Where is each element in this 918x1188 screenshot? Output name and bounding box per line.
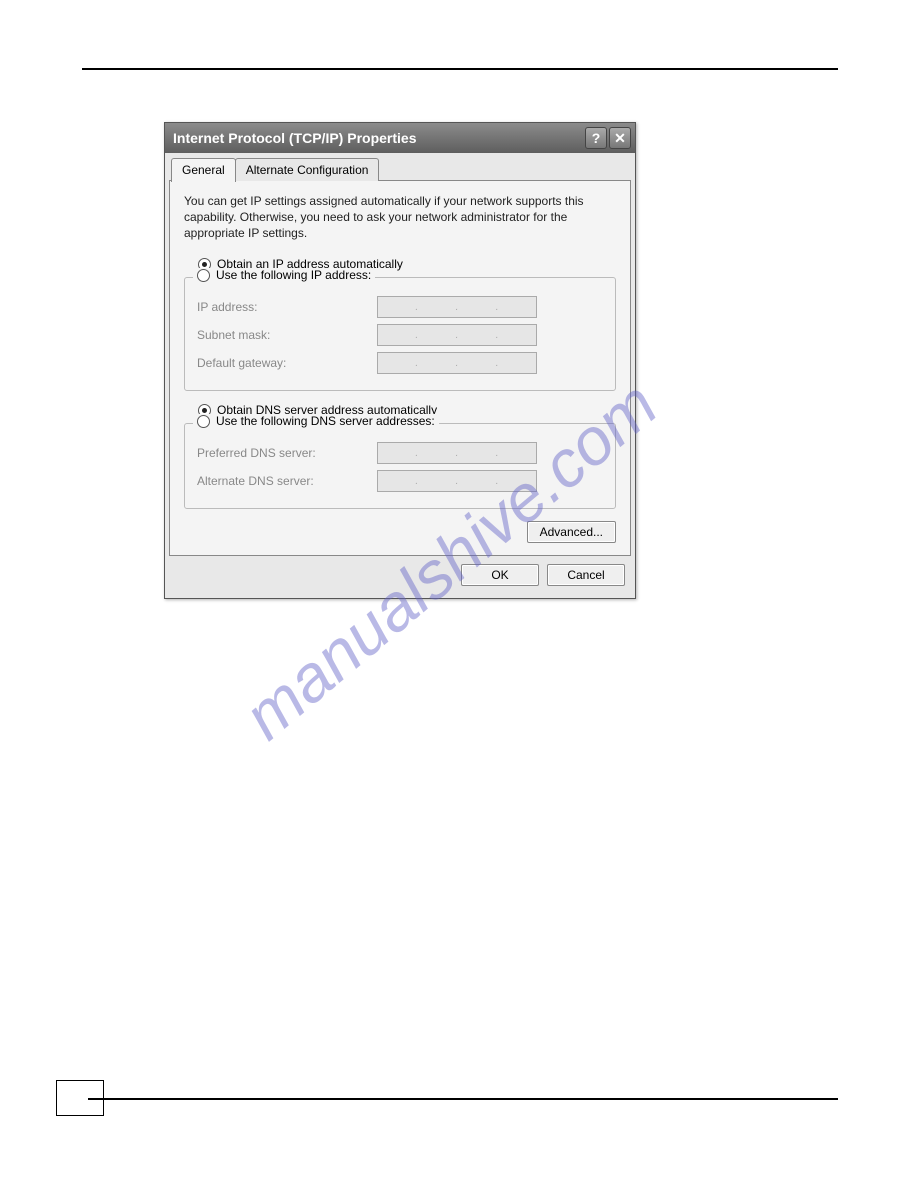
advanced-button[interactable]: Advanced... <box>527 521 616 543</box>
input-alternate-dns[interactable]: ... <box>377 470 537 492</box>
row-subnet-mask: Subnet mask: ... <box>197 324 603 346</box>
input-ip-address[interactable]: ... <box>377 296 537 318</box>
label-ip-address: IP address: <box>197 300 377 314</box>
cancel-button[interactable]: Cancel <box>547 564 625 586</box>
row-preferred-dns: Preferred DNS server: ... <box>197 442 603 464</box>
radio-label: Use the following IP address: <box>216 268 371 282</box>
label-alternate-dns: Alternate DNS server: <box>197 474 377 488</box>
tabstrip: General Alternate Configuration <box>169 157 631 181</box>
label-preferred-dns: Preferred DNS server: <box>197 446 377 460</box>
advanced-row: Advanced... <box>184 521 616 543</box>
row-alternate-dns: Alternate DNS server: ... <box>197 470 603 492</box>
input-default-gateway[interactable]: ... <box>377 352 537 374</box>
radio-label: Use the following DNS server addresses: <box>216 414 435 428</box>
titlebar[interactable]: Internet Protocol (TCP/IP) Properties ? … <box>165 123 635 153</box>
tab-panel-general: You can get IP settings assigned automat… <box>169 180 631 556</box>
tab-general[interactable]: General <box>171 158 236 182</box>
tab-alternate-configuration[interactable]: Alternate Configuration <box>235 158 380 181</box>
row-default-gateway: Default gateway: ... <box>197 352 603 374</box>
page-top-rule <box>82 68 838 70</box>
radio-icon <box>197 415 210 428</box>
label-subnet-mask: Subnet mask: <box>197 328 377 342</box>
close-icon[interactable]: ✕ <box>609 127 631 149</box>
row-ip-address: IP address: ... <box>197 296 603 318</box>
intro-text: You can get IP settings assigned automat… <box>184 193 616 241</box>
dialog-buttons: OK Cancel <box>169 556 631 588</box>
label-default-gateway: Default gateway: <box>197 356 377 370</box>
group-dns-manual: Use the following DNS server addresses: … <box>184 423 616 509</box>
close-glyph: ✕ <box>614 130 626 147</box>
radio-use-dns-manual[interactable]: Use the following DNS server addresses: <box>193 414 439 428</box>
radio-use-ip-manual[interactable]: Use the following IP address: <box>193 268 375 282</box>
radio-icon <box>197 269 210 282</box>
ok-button[interactable]: OK <box>461 564 539 586</box>
group-ip-manual: Use the following IP address: IP address… <box>184 277 616 391</box>
tcpip-properties-dialog: Internet Protocol (TCP/IP) Properties ? … <box>164 122 636 599</box>
input-preferred-dns[interactable]: ... <box>377 442 537 464</box>
help-icon[interactable]: ? <box>585 127 607 149</box>
input-subnet-mask[interactable]: ... <box>377 324 537 346</box>
window-title: Internet Protocol (TCP/IP) Properties <box>173 130 583 146</box>
help-glyph: ? <box>592 130 601 146</box>
page-bottom-rule <box>88 1098 838 1100</box>
dialog-body: General Alternate Configuration You can … <box>165 153 635 598</box>
